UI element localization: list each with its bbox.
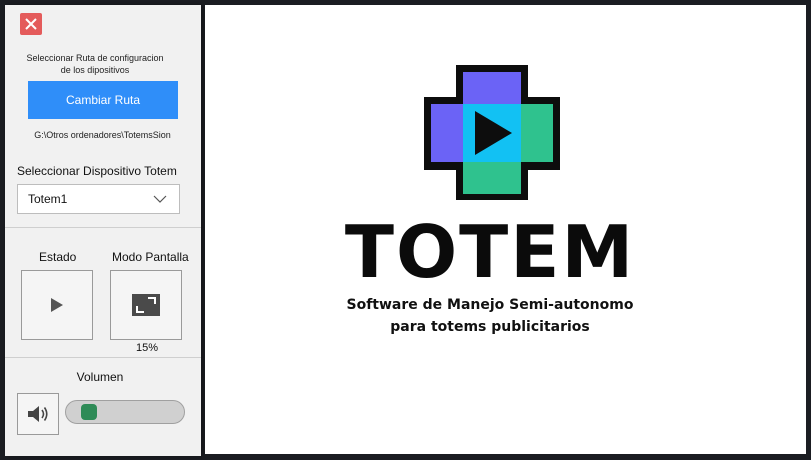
- close-button[interactable]: [20, 13, 42, 35]
- tagline-line2: para totems publicitarios: [390, 319, 590, 335]
- tagline-line1: Software de Manejo Semi-autonomo: [346, 297, 634, 313]
- device-select-value: Totem1: [28, 192, 68, 206]
- screen-mode-button[interactable]: [110, 270, 182, 340]
- route-label-line1: Seleccionar Ruta de configuracion: [26, 53, 164, 63]
- fullscreen-icon: [132, 294, 160, 316]
- play-button[interactable]: [21, 270, 93, 340]
- change-route-button[interactable]: Cambiar Ruta: [28, 81, 178, 119]
- volume-slider[interactable]: [65, 400, 185, 424]
- brand-title: TOTEM: [344, 210, 636, 294]
- screen-mode-label: Modo Pantalla: [112, 250, 189, 264]
- route-path: G:\Otros ordenadores\TotemsSion: [34, 130, 171, 140]
- screen-mode-value: 15%: [135, 342, 159, 354]
- totem-logo: [424, 65, 560, 200]
- close-icon: [25, 18, 37, 30]
- device-section-label: Seleccionar Dispositivo Totem: [17, 164, 177, 178]
- chevron-down-icon: [153, 195, 167, 203]
- volume-slider-thumb[interactable]: [81, 404, 98, 420]
- divider: [5, 227, 201, 228]
- device-select[interactable]: Totem1: [17, 184, 180, 214]
- mute-button[interactable]: [17, 393, 59, 435]
- play-icon: [51, 298, 63, 312]
- route-label-line2: de los dipositivos: [60, 65, 130, 75]
- route-label: Seleccionar Ruta de configuracion de los…: [20, 52, 170, 76]
- volume-label: Volumen: [76, 370, 124, 384]
- speaker-icon: [28, 406, 48, 422]
- status-label: Estado: [39, 250, 77, 264]
- control-sidebar: Seleccionar Ruta de configuracion de los…: [5, 5, 201, 456]
- main-content: TOTEM Software de Manejo Semi-autonomo p…: [205, 5, 806, 454]
- divider: [5, 357, 201, 358]
